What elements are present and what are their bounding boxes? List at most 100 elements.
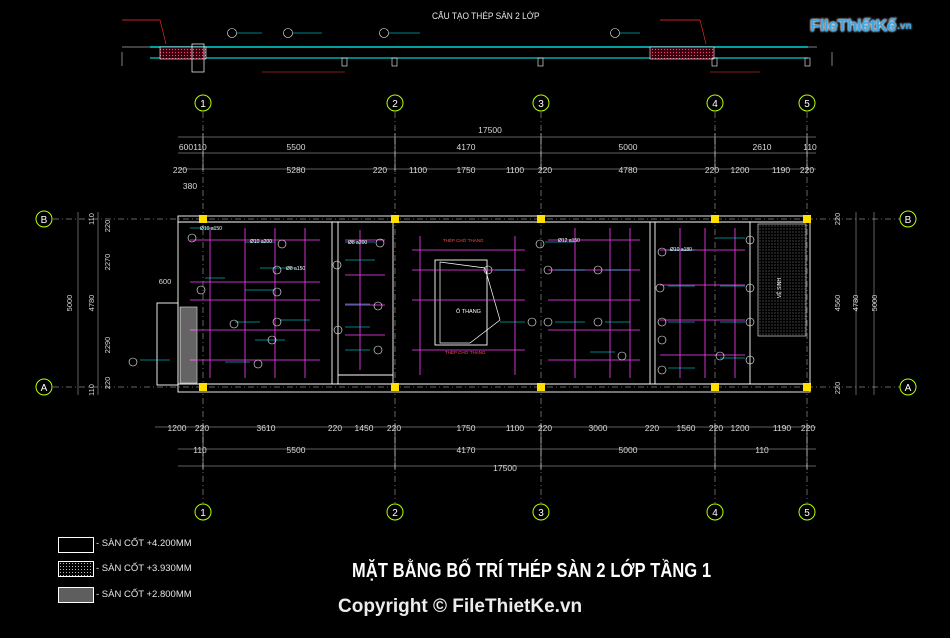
dim-top-overall: 17500 (478, 125, 502, 135)
dim-bot-r2-1: 5500 (287, 445, 306, 455)
grid-col-1-bottom: 1 (200, 508, 206, 519)
dim-top-r2-7: 4780 (619, 165, 638, 175)
legend-label-1: - SÀN CỐT +4.200MM (96, 538, 192, 549)
dim-bot-r1-11: 1560 (677, 423, 696, 433)
legend-swatch-dense (58, 587, 94, 603)
dim-right-0: 220 (833, 213, 842, 226)
dim-bot-r1-9: 3000 (589, 423, 608, 433)
grid-col-4-bottom: 4 (712, 508, 718, 519)
grid-col-5-bottom: 5 (804, 508, 810, 519)
rebar-label-6: Ø10 a180 (670, 247, 692, 253)
dim-bot-r1-0: 1200 (168, 423, 187, 433)
rebar-label-4: Ø8 a200 (348, 240, 367, 246)
grid-col-1-top: 1 (200, 99, 206, 110)
drawing-title: MẶT BẰNG BỐ TRÍ THÉP SÀN 2 LỚP TẦNG 1 (352, 560, 712, 582)
dim-top-r2-11: 220 (800, 165, 814, 175)
dim-bot-r1-6: 1750 (457, 423, 476, 433)
dim-top-r2-5: 1100 (506, 165, 525, 175)
legend-label-2: - SÀN CỐT +3.930MM (96, 563, 192, 574)
grid-col-2-top: 2 (392, 99, 398, 110)
grid-row-a-right: A (905, 383, 912, 394)
stair-note-bottom: THÉP CHỜ THANG (445, 349, 486, 355)
dim-left-4: 2290 (103, 337, 112, 354)
rebar-label-5: Ø12 a150 (558, 238, 580, 244)
rebar-annotations (140, 227, 745, 369)
dim-bot-r1-10: 220 (645, 423, 659, 433)
dim-right-3: 5000 (870, 295, 879, 312)
dim-bot-r1-7: 1100 (506, 423, 525, 433)
dim-top-r2-0: 220 (173, 165, 187, 175)
grid-row-b-right: B (905, 215, 912, 226)
dim-bot-r1-15: 220 (801, 423, 815, 433)
dim-bot-r1-5: 220 (387, 423, 401, 433)
brand-logo: FileThiếtKế .vn (810, 13, 912, 39)
dim-bot-overall: 17500 (493, 463, 517, 473)
dim-top-r2-8: 220 (705, 165, 719, 175)
rebar-label-1: Ø10 a150 (200, 226, 222, 232)
legend-label-3: - SÀN CỐT +2.800MM (96, 589, 192, 600)
dim-left-3: 4780 (87, 295, 96, 312)
legend-swatch-plain (58, 537, 94, 553)
dim-top-r2-1: 5280 (287, 165, 306, 175)
grid-row-b-left: B (41, 215, 48, 226)
dim-top-r2-10: 1190 (772, 165, 791, 175)
hatch-zone-left (179, 306, 198, 384)
legend-swatch-dots (58, 561, 94, 577)
dim-right-1: 4560 (833, 295, 842, 312)
columns (199, 215, 811, 391)
dim-bot-r2-0: 110 (193, 445, 207, 455)
dim-left-2: 2270 (103, 254, 112, 271)
dimension-lines (77, 133, 875, 470)
dim-top-r1-1: 110 (193, 142, 207, 152)
stair-outline (439, 261, 501, 344)
dimension-texts: 17500 600 110 5500 4170 5000 2610 110 22… (168, 125, 818, 473)
dim-bot-r1-13: 1200 (731, 423, 750, 433)
stair-label: Ô THANG (456, 308, 481, 315)
dim-right-4: 220 (833, 382, 842, 395)
grid-col-5-top: 5 (804, 99, 810, 110)
grid-col-3-bottom: 3 (538, 508, 544, 519)
dim-top-r2-3: 1100 (409, 165, 428, 175)
dim-bot-r1-3: 220 (328, 423, 342, 433)
logo-brand: FileThiếtKế (810, 16, 897, 35)
logo-tld: .vn (897, 20, 912, 32)
dim-top-r1-2: 5500 (287, 142, 306, 152)
rebar-label-2: Ø10 a200 (250, 239, 272, 245)
dim-bot-r2-4: 110 (755, 445, 769, 455)
rebar-label-3: Ø8 a150 (286, 266, 305, 272)
dim-bot-r1-12: 220 (709, 423, 723, 433)
stair-note-top: THÉP CHỜ THANG (443, 237, 484, 243)
room-labels: Ô THANG THÉP CHỜ THANG THÉP CHỜ THANG VỆ… (443, 237, 783, 355)
dim-top-r1-3: 4170 (457, 142, 476, 152)
slab-section (121, 19, 833, 73)
dim-bot-r1-8: 220 (538, 423, 552, 433)
grid-row-a-left: A (41, 383, 48, 394)
grid-col-4-top: 4 (712, 99, 718, 110)
dim-left-1: 220 (103, 220, 112, 233)
dim-top-r2-2: 220 (373, 165, 387, 175)
dim-left-8: 5000 (65, 295, 74, 312)
dim-bot-r1-4: 1450 (355, 423, 374, 433)
rebar-text-labels: Ø10 a150 Ø10 a200 Ø8 a150 Ø8 a200 Ø12 a1… (200, 226, 692, 272)
dim-top-r1-4: 5000 (619, 142, 638, 152)
dim-bot-r1-14: 1190 (773, 423, 792, 433)
dim-top-r2-6: 220 (538, 165, 552, 175)
rebar-layout (190, 228, 745, 378)
dim-left-5: 220 (103, 377, 112, 390)
dim-bot-r1-2: 3610 (257, 423, 276, 433)
dim-left-7: 600 (159, 277, 172, 286)
dim-right-2: 4780 (851, 295, 860, 312)
dim-top-r2-extra: 380 (183, 181, 197, 191)
dim-top-r1-6: 110 (803, 142, 817, 152)
dim-top-r1-5: 2610 (753, 142, 772, 152)
rebar-marker-circles (128, 233, 755, 375)
dim-bot-r2-3: 5000 (619, 445, 638, 455)
copyright-text: Copyright © FileThietKe.vn (338, 596, 583, 617)
dim-top-r2-9: 1200 (731, 165, 750, 175)
wc-label: VỆ SINH (775, 278, 783, 298)
dim-left-0: 110 (87, 213, 96, 225)
dim-bot-r1-1: 220 (195, 423, 209, 433)
dim-bot-r2-2: 4170 (457, 445, 476, 455)
dim-top-r2-4: 1750 (457, 165, 476, 175)
dim-top-r1-0: 600 (179, 142, 193, 152)
